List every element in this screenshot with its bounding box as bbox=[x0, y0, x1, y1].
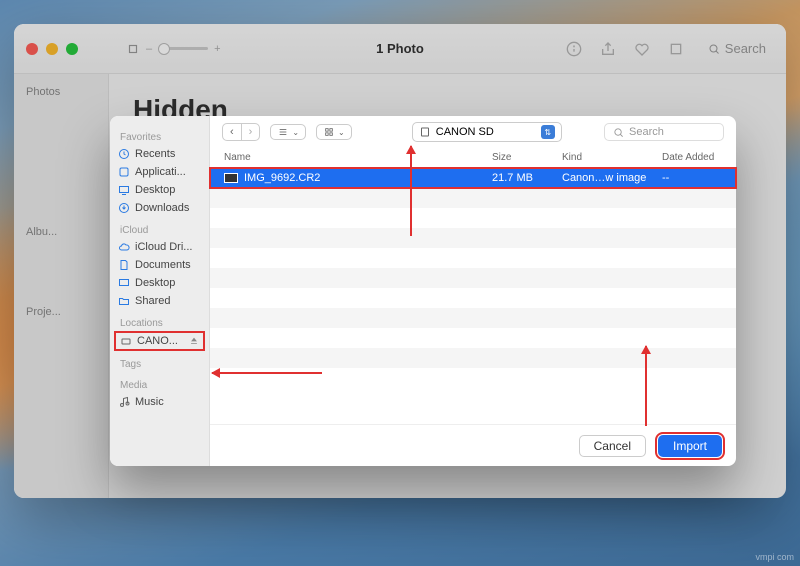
sidebar-section-projects[interactable]: Proje... bbox=[18, 302, 104, 322]
favorites-section: Favorites bbox=[110, 130, 209, 145]
search-field[interactable]: Search bbox=[700, 38, 774, 59]
drive-icon bbox=[120, 335, 132, 347]
sidebar-section-photos[interactable]: Photos bbox=[18, 82, 104, 102]
view-grid-button[interactable]: ⌄ bbox=[316, 124, 352, 140]
import-sheet: Favorites Recents Applicati... Desktop D… bbox=[110, 116, 736, 466]
rotate-icon[interactable] bbox=[666, 39, 686, 59]
cloud-icon bbox=[118, 241, 130, 253]
empty-row bbox=[210, 248, 736, 268]
minimize-icon[interactable] bbox=[46, 43, 58, 55]
titlebar: – + 1 Photo Search bbox=[14, 24, 786, 74]
empty-row bbox=[210, 308, 736, 328]
empty-row bbox=[210, 268, 736, 288]
empty-row bbox=[210, 368, 736, 388]
window-controls[interactable] bbox=[26, 43, 78, 55]
app-icon bbox=[118, 166, 130, 178]
empty-row bbox=[210, 228, 736, 248]
file-date: -- bbox=[662, 172, 722, 184]
header-name[interactable]: Name bbox=[224, 152, 492, 163]
close-icon[interactable] bbox=[26, 43, 38, 55]
sd-card-icon bbox=[419, 126, 431, 138]
empty-row bbox=[210, 348, 736, 368]
forward-icon[interactable]: › bbox=[242, 124, 260, 140]
doc-icon bbox=[118, 259, 130, 271]
desktop-icon bbox=[118, 184, 130, 196]
heart-icon[interactable] bbox=[632, 39, 652, 59]
empty-row bbox=[210, 208, 736, 228]
empty-row bbox=[210, 288, 736, 308]
sidebar-item-desktop[interactable]: Desktop bbox=[110, 181, 209, 199]
column-headers[interactable]: Name Size Kind Date Added bbox=[210, 148, 736, 168]
search-icon bbox=[708, 43, 720, 55]
folder-icon bbox=[118, 295, 130, 307]
header-date[interactable]: Date Added bbox=[662, 152, 722, 163]
sidebar-item-shared[interactable]: Shared bbox=[110, 292, 209, 310]
tags-section: Tags bbox=[110, 357, 209, 372]
chevron-updown-icon: ⇅ bbox=[541, 125, 555, 139]
cancel-button[interactable]: Cancel bbox=[579, 435, 646, 457]
header-kind[interactable]: Kind bbox=[562, 152, 662, 163]
photo-count: 1 Photo bbox=[376, 41, 424, 56]
location-select[interactable]: CANON SD ⇅ bbox=[412, 122, 562, 142]
sidebar-item-music[interactable]: Music bbox=[110, 393, 209, 411]
zoom-slider[interactable] bbox=[158, 47, 208, 50]
sheet-search[interactable]: Search bbox=[604, 123, 724, 141]
sidebar-item-icloud-drive[interactable]: iCloud Dri... bbox=[110, 238, 209, 256]
grid-icon bbox=[323, 127, 335, 137]
list-icon bbox=[277, 127, 289, 137]
sidebar-item-canon-sd[interactable]: CANO... bbox=[114, 331, 205, 351]
search-icon bbox=[613, 127, 624, 138]
clock-icon bbox=[118, 148, 130, 160]
media-section: Media bbox=[110, 378, 209, 393]
icloud-section: iCloud bbox=[110, 223, 209, 238]
locations-section: Locations bbox=[110, 316, 209, 331]
file-list[interactable]: IMG_9692.CR2 21.7 MB Canon…w image -- bbox=[210, 168, 736, 424]
sidebar-item-documents[interactable]: Documents bbox=[110, 256, 209, 274]
file-kind: Canon…w image bbox=[562, 172, 662, 184]
sidebar-item-applications[interactable]: Applicati... bbox=[110, 163, 209, 181]
nav-buttons[interactable]: ‹ › bbox=[222, 123, 260, 141]
sheet-sidebar: Favorites Recents Applicati... Desktop D… bbox=[110, 116, 210, 466]
zoom-icon[interactable] bbox=[66, 43, 78, 55]
file-thumbnail bbox=[224, 173, 238, 183]
sidebar-item-downloads[interactable]: Downloads bbox=[110, 199, 209, 217]
file-name: IMG_9692.CR2 bbox=[244, 172, 492, 184]
search-placeholder: Search bbox=[629, 126, 664, 138]
music-icon bbox=[118, 396, 130, 408]
empty-row bbox=[210, 188, 736, 208]
sheet-footer: Cancel Import bbox=[210, 424, 736, 466]
file-row[interactable]: IMG_9692.CR2 21.7 MB Canon…w image -- bbox=[210, 168, 736, 188]
eject-icon[interactable] bbox=[189, 336, 199, 346]
header-size[interactable]: Size bbox=[492, 152, 562, 163]
share-icon[interactable] bbox=[598, 39, 618, 59]
main-sidebar: Photos Albu... Proje... bbox=[14, 74, 109, 498]
sidebar-item-desktop-icloud[interactable]: Desktop bbox=[110, 274, 209, 292]
back-icon[interactable]: ‹ bbox=[223, 124, 242, 140]
sheet-content: ‹ › ⌄ ⌄ CANON SD ⇅ Search Name Size Kind… bbox=[210, 116, 736, 466]
import-button[interactable]: Import bbox=[658, 435, 722, 457]
crop-icon bbox=[126, 42, 140, 56]
view-list-button[interactable]: ⌄ bbox=[270, 124, 306, 140]
search-placeholder: Search bbox=[725, 41, 766, 56]
desktop-icon bbox=[118, 277, 130, 289]
empty-row bbox=[210, 328, 736, 348]
watermark: vmpi com bbox=[755, 552, 794, 562]
file-size: 21.7 MB bbox=[492, 172, 562, 184]
zoom-control[interactable]: – + bbox=[126, 42, 221, 56]
download-icon bbox=[118, 202, 130, 214]
sidebar-item-recents[interactable]: Recents bbox=[110, 145, 209, 163]
sidebar-section-albums[interactable]: Albu... bbox=[18, 222, 104, 242]
sheet-toolbar: ‹ › ⌄ ⌄ CANON SD ⇅ Search bbox=[210, 116, 736, 148]
info-icon[interactable] bbox=[564, 39, 584, 59]
location-label: CANON SD bbox=[436, 126, 494, 138]
